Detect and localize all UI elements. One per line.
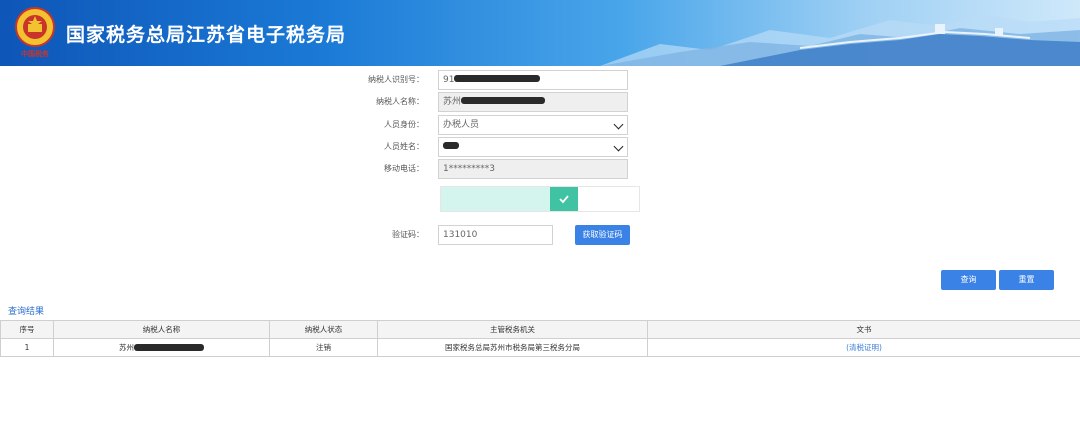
row-document-link[interactable]: (清税证明) — [647, 338, 1080, 357]
person-name-select[interactable] — [438, 137, 628, 157]
site-title: 国家税务总局江苏省电子税务局 — [66, 24, 347, 46]
person-name-label: 人员姓名： — [384, 142, 424, 151]
column-header: 序号 — [0, 320, 54, 339]
row-name-prefix: 苏州 — [119, 343, 134, 352]
table-header-row: 序号 纳税人名称 纳税人状态 主管税务机关 文书 — [0, 320, 1080, 339]
slider-captcha[interactable] — [440, 186, 640, 212]
person-identity-row: 人员身份： 办税人员 — [0, 115, 1080, 137]
taxpayer-id-label: 纳税人识别号： — [368, 75, 424, 84]
chevron-down-icon — [613, 141, 624, 152]
person-identity-label: 人员身份： — [384, 120, 424, 129]
mobile-row: 移动电话： 1*********3 — [0, 159, 1080, 181]
person-identity-select[interactable]: 办税人员 — [438, 115, 628, 135]
taxpayer-name-row: 纳税人名称： 苏州 — [0, 92, 1080, 114]
person-identity-value: 办税人员 — [443, 120, 480, 130]
taxpayer-id-value: 91 — [443, 75, 455, 85]
great-wall-background — [600, 14, 1080, 66]
emblem-caption: 中国税务 — [21, 50, 49, 58]
row-taxpayer-name: 苏州 — [53, 338, 270, 357]
taxpayer-id-row: 纳税人识别号： 91 — [0, 70, 1080, 92]
row-status: 注销 — [269, 338, 378, 357]
check-icon — [559, 195, 569, 204]
taxpayer-name-value: 苏州 — [443, 97, 462, 107]
column-header: 文书 — [647, 320, 1080, 339]
reset-button[interactable]: 重置 — [999, 270, 1054, 290]
person-name-row: 人员姓名： — [0, 137, 1080, 159]
get-code-button[interactable]: 获取验证码 — [575, 225, 630, 245]
taxpayer-name-label: 纳税人名称： — [376, 97, 424, 106]
results-section-title: 查询结果 — [8, 307, 45, 317]
query-button[interactable]: 查询 — [941, 270, 996, 290]
results-table: 序号 纳税人名称 纳税人状态 主管税务机关 文书 1 苏州 注销 国家税务总局苏… — [0, 320, 1080, 357]
site-header: 中国税务 国家税务总局江苏省电子税务局 — [0, 0, 1080, 66]
column-header: 主管税务机关 — [377, 320, 648, 339]
column-header: 纳税人名称 — [53, 320, 270, 339]
chevron-down-icon — [613, 119, 624, 130]
row-authority: 国家税务总局苏州市税务局第三税务分局 — [377, 338, 648, 357]
taxpayer-name-input: 苏州 — [438, 92, 628, 112]
redaction-mask — [461, 97, 546, 104]
column-header: 纳税人状态 — [269, 320, 378, 339]
redaction-mask — [134, 343, 204, 351]
redaction-mask — [443, 142, 459, 149]
verification-code-input[interactable]: 131010 — [438, 225, 553, 245]
row-index: 1 — [0, 338, 54, 357]
redaction-mask — [454, 75, 541, 82]
verification-code-label: 验证码： — [392, 230, 424, 239]
mobile-label: 移动电话： — [384, 164, 424, 173]
table-row: 1 苏州 注销 国家税务总局苏州市税务局第三税务分局 (清税证明) — [0, 338, 1080, 357]
mobile-input: 1*********3 — [438, 159, 628, 179]
slider-handle[interactable] — [550, 187, 578, 211]
taxpayer-id-input[interactable]: 91 — [438, 70, 628, 90]
